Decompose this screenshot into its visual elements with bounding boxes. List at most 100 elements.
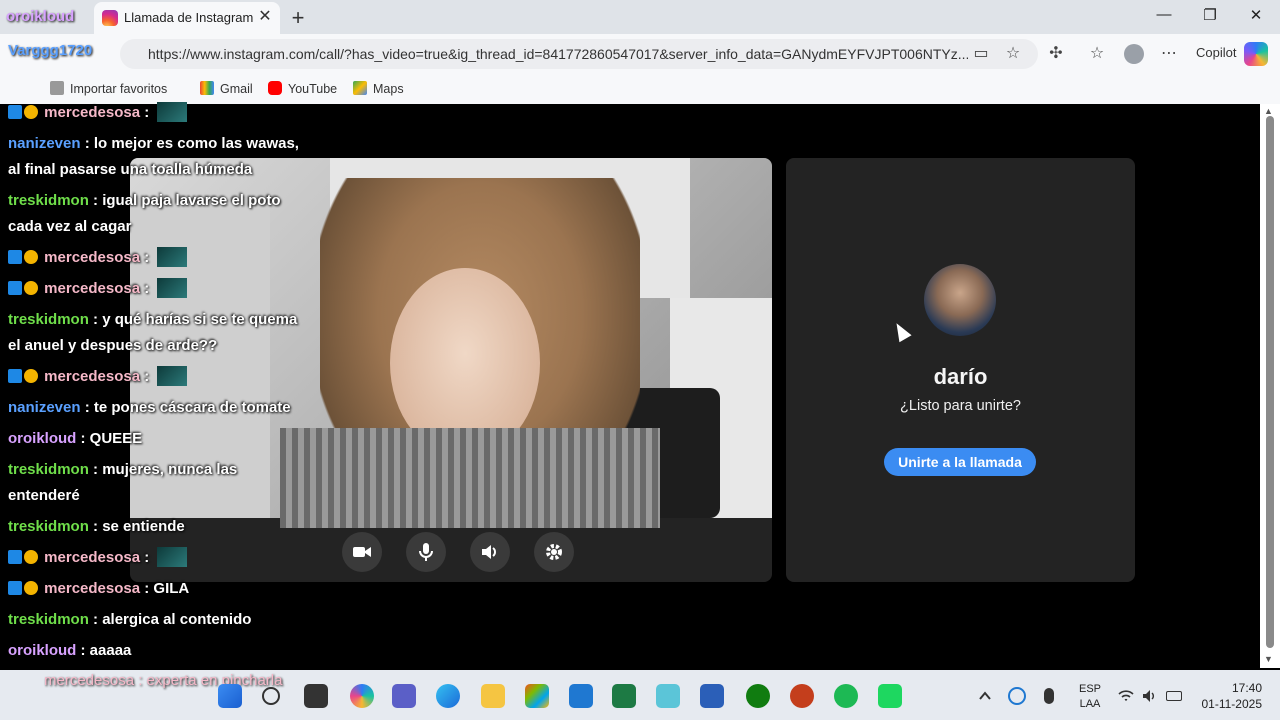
chat-badge-icon — [8, 250, 22, 264]
instagram-icon — [102, 10, 118, 26]
edge-icon[interactable] — [436, 684, 460, 708]
chat-message: treskidmon : igual paja lavarse el poto c… — [8, 192, 281, 235]
close-window-button[interactable]: ✕ — [1246, 6, 1266, 24]
extensions-icon[interactable]: ✣ — [1045, 43, 1067, 65]
new-tab-button[interactable]: + — [288, 5, 308, 31]
chat-username: nanizeven — [8, 135, 81, 152]
url-text[interactable]: https://www.instagram.com/call/?has_vide… — [148, 46, 968, 62]
scrollbar-thumb[interactable] — [1266, 116, 1274, 648]
chat-badge-icon — [24, 281, 38, 295]
bookmark-gmail[interactable]: Gmail — [200, 81, 253, 96]
page-scrollbar[interactable]: ▲ ▼ — [1260, 104, 1280, 668]
chat-emote-icon — [157, 366, 188, 386]
copilot-label[interactable]: Copilot — [1196, 45, 1236, 60]
copilot-taskbar-icon[interactable] — [350, 684, 374, 708]
bookmark-gmail-label: Gmail — [220, 82, 253, 96]
chat-text-continued: el anuel y despues de arde?? — [8, 337, 218, 354]
chat-badge-icon — [24, 369, 38, 383]
mail-icon[interactable] — [569, 684, 593, 708]
chat-username: treskidmon — [8, 461, 89, 478]
stream-bottom-chat: mercedesosa : experta en pincharla — [44, 672, 283, 689]
clock[interactable]: 17:40 01-11-2025 — [1198, 680, 1263, 712]
minimize-button[interactable]: — — [1154, 6, 1174, 23]
import-icon — [50, 81, 64, 95]
chat-badge-icon — [24, 250, 38, 264]
favorites-icon[interactable]: ☆ — [1086, 43, 1108, 65]
gmail-icon — [200, 81, 214, 95]
language-indicator[interactable]: ESP LAA — [1076, 682, 1104, 712]
taskbar: mercedesosa : experta en pincharla ESP LA… — [0, 670, 1280, 720]
start-icon[interactable] — [218, 684, 242, 708]
lang-top: ESP — [1078, 683, 1101, 695]
chat-text-continued: cada vez al cagar — [8, 218, 132, 235]
chat-username: treskidmon — [8, 518, 89, 535]
bookmark-youtube[interactable]: YouTube — [268, 81, 337, 96]
xbox-icon[interactable] — [746, 684, 770, 708]
chat-badge-icon — [8, 369, 22, 383]
teams-icon[interactable] — [392, 684, 416, 708]
tab-instagram-call[interactable]: Llamada de Instagram ✕ — [94, 2, 280, 34]
chat-message: mercedesosa : GILA — [8, 576, 328, 602]
chat-message: treskidmon : alergica al contenido — [8, 611, 252, 628]
bookmark-maps[interactable]: Maps — [353, 81, 404, 96]
settings-button[interactable] — [534, 532, 574, 572]
chat-username: mercedesosa — [44, 580, 141, 597]
chat-text: GILA — [153, 580, 190, 597]
join-call-button[interactable]: Unirte a la llamada — [884, 448, 1036, 476]
task-view-icon[interactable] — [304, 684, 328, 708]
caller-name: darío — [933, 364, 988, 389]
speaker-toggle-button[interactable] — [470, 532, 510, 572]
discord-icon[interactable] — [878, 684, 902, 708]
chat-text: alergica al contenido — [102, 611, 252, 628]
chat-message: nanizeven : lo mejor es como las wawas, a… — [8, 135, 299, 178]
chat-username: mercedesosa — [44, 104, 141, 121]
chat-text: y qué harías si se te quema — [102, 311, 298, 328]
search-icon[interactable] — [262, 687, 280, 705]
close-tab-icon[interactable]: ✕ — [256, 8, 274, 26]
chat-username: mercedesosa — [44, 549, 141, 566]
battery-icon[interactable] — [1166, 691, 1182, 701]
chat-username: mercedesosa — [44, 249, 141, 266]
camera-toggle-button[interactable] — [342, 532, 382, 572]
chat-badge-icon — [8, 550, 22, 564]
bookmark-import[interactable]: Importar favoritos — [50, 81, 167, 96]
profile-avatar[interactable] — [1124, 44, 1144, 64]
chat-message: mercedesosa : — [8, 545, 328, 571]
mic-toggle-button[interactable] — [406, 532, 446, 572]
scroll-up-icon[interactable]: ▲ — [1264, 106, 1273, 116]
chat-username: mercedesosa — [44, 368, 141, 385]
scroll-down-icon[interactable]: ▼ — [1264, 654, 1273, 664]
speaker-icon — [482, 545, 496, 559]
chat-text: mujeres, nunca las — [102, 461, 238, 478]
excel-icon[interactable] — [612, 684, 636, 708]
stream-user-overlay-2: Varggg1720 — [8, 42, 93, 59]
copilot-icon[interactable] — [1244, 42, 1268, 66]
restore-button[interactable]: ❐ — [1200, 6, 1220, 24]
chat-username: treskidmon — [8, 192, 89, 209]
chat-username: treskidmon — [8, 311, 89, 328]
word-icon[interactable] — [700, 684, 724, 708]
url-field[interactable]: https://www.instagram.com/call/?has_vide… — [120, 39, 1038, 69]
bookmark-maps-label: Maps — [373, 82, 404, 96]
store-icon[interactable] — [525, 684, 549, 708]
youtube-icon — [268, 81, 282, 95]
volume-icon[interactable] — [1142, 689, 1158, 703]
file-explorer-icon[interactable] — [481, 684, 505, 708]
tray-chevron-icon[interactable] — [978, 689, 992, 703]
chat-text: igual paja lavarse el poto — [102, 192, 281, 209]
stream-user-overlay: oroikloud — [6, 8, 75, 25]
more-icon[interactable]: ⋯ — [1158, 43, 1180, 65]
caller-avatar — [924, 264, 996, 336]
bookmark-youtube-label: YouTube — [288, 82, 338, 96]
sync-icon[interactable] — [1008, 687, 1026, 705]
powerpoint-icon[interactable] — [790, 684, 814, 708]
spotify-icon[interactable] — [834, 684, 858, 708]
app-icon[interactable] — [656, 684, 680, 708]
star-icon[interactable]: ☆ — [1002, 43, 1024, 65]
chat-message: oroikloud : aaaaa — [8, 642, 132, 659]
wifi-icon[interactable] — [1118, 689, 1134, 703]
stream-chat-overlay: mercedesosa : nanizeven : lo mejor es co… — [4, 102, 334, 668]
chat-text-continued: entenderé — [8, 487, 80, 504]
camera-icon[interactable]: ▭ — [970, 43, 992, 65]
microphone-tray-icon[interactable] — [1044, 688, 1054, 704]
